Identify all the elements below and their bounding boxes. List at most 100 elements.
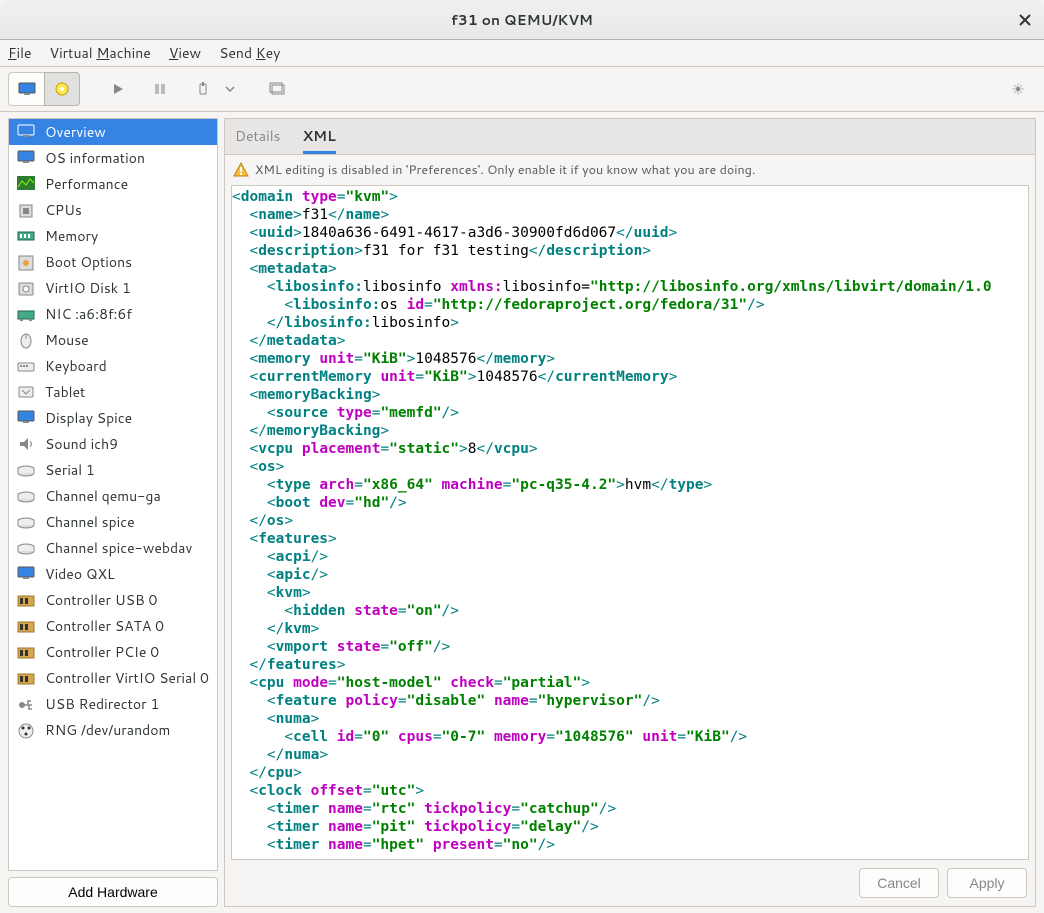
sidebar-item-display-spice[interactable]: Display Spice (9, 405, 217, 431)
sidebar-item-label: Controller SATA 0 (45, 616, 164, 636)
sound-icon (15, 435, 37, 453)
hardware-list[interactable]: Overview OS information Performance CPUs Mem… (8, 118, 218, 871)
snapshot-icon (269, 82, 287, 96)
menu-view[interactable]: View (169, 43, 201, 63)
power-icon (196, 82, 210, 96)
sidebar-item-performance[interactable]: Performance (9, 171, 217, 197)
warning-text: XML editing is disabled in 'Preferences'… (255, 161, 755, 179)
menubar: File Virtual Machine View Send Key (0, 40, 1044, 66)
keyboard-icon (15, 357, 37, 375)
controller-icon (15, 669, 37, 687)
sidebar-item-memory[interactable]: Memory (9, 223, 217, 249)
sidebar-item-label: Mouse (45, 330, 89, 350)
memory-icon (15, 227, 37, 245)
sidebar-item-label: USB Redirector 1 (45, 694, 159, 714)
sidebar-item-controller-virtio-serial-0[interactable]: Controller VirtIO Serial 0 (9, 665, 217, 691)
sidebar-item-nic-a6-8f-6f[interactable]: NIC :a6:8f:6f (9, 301, 217, 327)
serial-icon (15, 461, 37, 479)
sidebar-item-controller-usb-0[interactable]: Controller USB 0 (9, 587, 217, 613)
sidebar-item-channel-qemu-ga[interactable]: Channel qemu-ga (9, 483, 217, 509)
content-area: Overview OS information Performance CPUs Mem… (0, 112, 1044, 913)
tablet-icon (15, 383, 37, 401)
sidebar-item-rng-dev-urandom[interactable]: RNG /dev/urandom (9, 717, 217, 743)
mouse-icon (15, 331, 37, 349)
xml-editor[interactable]: <domain type="kvm"> <name>f31</name> <uu… (231, 185, 1029, 860)
serial-icon (15, 513, 37, 531)
serial-icon (15, 487, 37, 505)
usb-icon (15, 695, 37, 713)
sidebar-item-usb-redirector-1[interactable]: USB Redirector 1 (9, 691, 217, 717)
toolbar (0, 66, 1044, 112)
tab-xml[interactable]: XML (303, 126, 336, 154)
boot-icon (15, 253, 37, 271)
menu-send-key[interactable]: Send Key (219, 43, 280, 63)
shutdown-menu-button[interactable] (220, 72, 240, 106)
console-button[interactable] (8, 72, 44, 106)
sidebar-item-channel-spice-webdav[interactable]: Channel spice-webdav (9, 535, 217, 561)
sidebar-item-sound-ich9[interactable]: Sound ich9 (9, 431, 217, 457)
button-row: Cancel Apply (225, 860, 1035, 906)
shutdown-button[interactable] (184, 72, 220, 106)
controller-icon (15, 643, 37, 661)
tab-details[interactable]: Details (235, 126, 281, 154)
sidebar-item-label: Boot Options (45, 252, 132, 272)
sidebar-item-serial-1[interactable]: Serial 1 (9, 457, 217, 483)
sidebar-item-channel-spice[interactable]: Channel spice (9, 509, 217, 535)
close-icon (1019, 14, 1031, 26)
xml-content: <domain type="kvm"> <name>f31</name> <uu… (232, 186, 1028, 856)
play-icon (111, 82, 125, 96)
warning-icon (233, 162, 249, 178)
run-button[interactable] (100, 72, 136, 106)
pause-icon (153, 82, 167, 96)
sidebar-item-overview[interactable]: Overview (9, 119, 217, 145)
sidebar-item-label: Controller VirtIO Serial 0 (45, 668, 209, 688)
titlebar: f31 on QEMU/KVM (0, 0, 1044, 40)
menu-file[interactable]: File (8, 43, 32, 63)
sidebar-item-label: Channel spice-webdav (45, 538, 192, 558)
sidebar-item-mouse[interactable]: Mouse (9, 327, 217, 353)
display-icon (15, 409, 37, 427)
perf-icon (15, 175, 37, 193)
sidebar-item-os-information[interactable]: OS information (9, 145, 217, 171)
details-button[interactable] (44, 72, 80, 106)
sidebar-item-label: OS information (45, 148, 145, 168)
cancel-button[interactable]: Cancel (859, 868, 939, 898)
rng-icon (15, 721, 37, 739)
cpu-icon (15, 201, 37, 219)
close-button[interactable] (1016, 11, 1034, 29)
monitor-icon (15, 149, 37, 167)
sidebar-item-controller-sata-0[interactable]: Controller SATA 0 (9, 613, 217, 639)
pause-button[interactable] (142, 72, 178, 106)
sidebar-item-label: Tablet (45, 382, 85, 402)
window-title: f31 on QEMU/KVM (0, 10, 1044, 30)
sidebar: Overview OS information Performance CPUs Mem… (8, 118, 218, 907)
sidebar-item-label: Controller USB 0 (45, 590, 157, 610)
sidebar-item-label: Video QXL (45, 564, 115, 584)
sidebar-item-label: Controller PCIe 0 (45, 642, 159, 662)
apply-button[interactable]: Apply (947, 868, 1027, 898)
sidebar-item-label: Display Spice (45, 408, 132, 428)
controller-icon (15, 617, 37, 635)
monitor-icon (18, 82, 36, 96)
sidebar-item-tablet[interactable]: Tablet (9, 379, 217, 405)
sidebar-item-label: RNG /dev/urandom (45, 720, 170, 740)
sidebar-item-label: CPUs (45, 200, 82, 220)
sidebar-item-label: Sound ich9 (45, 434, 118, 454)
info-icon (54, 81, 70, 97)
tabs: Details XML (225, 119, 1035, 155)
add-hardware-button[interactable]: Add Hardware (8, 877, 218, 907)
sidebar-item-cpus[interactable]: CPUs (9, 197, 217, 223)
sidebar-item-controller-pcie-0[interactable]: Controller PCIe 0 (9, 639, 217, 665)
main-panel: Details XML XML editing is disabled in '… (224, 118, 1036, 907)
sidebar-item-boot-options[interactable]: Boot Options (9, 249, 217, 275)
chevron-down-icon (225, 86, 235, 92)
sidebar-item-label: NIC :a6:8f:6f (45, 304, 132, 324)
snapshots-button[interactable] (260, 72, 296, 106)
sidebar-item-virtio-disk-1[interactable]: VirtIO Disk 1 (9, 275, 217, 301)
sidebar-item-keyboard[interactable]: Keyboard (9, 353, 217, 379)
fullscreen-button[interactable] (1000, 72, 1036, 106)
sidebar-item-label: Memory (45, 226, 98, 246)
menu-virtual-machine[interactable]: Virtual Machine (50, 43, 151, 63)
sidebar-item-video-qxl[interactable]: Video QXL (9, 561, 217, 587)
sidebar-item-label: VirtIO Disk 1 (45, 278, 131, 298)
